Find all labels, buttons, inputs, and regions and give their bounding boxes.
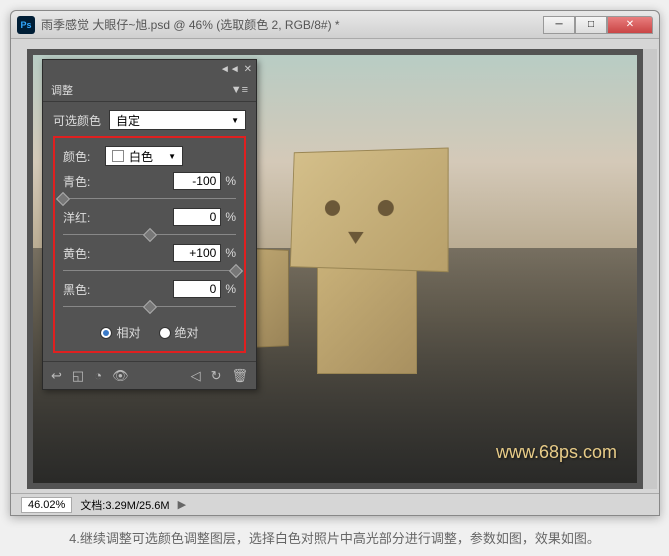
preset-value: 自定 <box>116 112 140 129</box>
yellow-input[interactable] <box>173 244 221 262</box>
slider-label: 黑色: <box>63 281 90 298</box>
app-icon: Ps <box>17 16 35 34</box>
panel-body: 可选颜色 自定 ▼ 颜色: 白色 ▼ 青色: <box>43 102 256 361</box>
close-button[interactable]: ✕ <box>607 16 653 34</box>
radio-icon <box>159 327 171 339</box>
percent-label: % <box>225 246 236 260</box>
preset-select[interactable]: 自定 ▼ <box>109 110 246 130</box>
trash-icon[interactable]: 🗑 <box>231 368 248 384</box>
zoom-field[interactable]: 46.02% <box>21 497 72 513</box>
slider-label: 洋红: <box>63 209 90 226</box>
adjustment-type-label: 可选颜色 <box>53 112 103 129</box>
yellow-slider[interactable] <box>63 264 236 278</box>
preset-row: 可选颜色 自定 ▼ <box>53 110 246 130</box>
radio-absolute[interactable]: 绝对 <box>159 324 199 341</box>
cyan-input[interactable] <box>173 172 221 190</box>
caption-text: 4.继续调整可选颜色调整图层，选择白色对照片中高光部分进行调整，参数如图，效果如… <box>0 528 669 547</box>
magenta-input[interactable] <box>173 208 221 226</box>
figure-head <box>290 148 449 273</box>
cyan-slider[interactable] <box>63 192 236 206</box>
panel-header[interactable]: ◄◄ ✕ <box>43 60 256 78</box>
slider-thumb[interactable] <box>142 300 156 314</box>
panel-close-icon[interactable]: ✕ <box>244 64 252 75</box>
previous-icon[interactable]: ◁ <box>191 368 201 384</box>
black-input[interactable] <box>173 280 221 298</box>
slider-yellow: 黄色: % <box>63 244 236 278</box>
slider-thumb[interactable] <box>142 228 156 242</box>
return-icon[interactable]: ↩ <box>51 368 62 384</box>
panel-footer: ↩ ◱ ◔ 👁 ◁ ↻ 🗑 <box>43 361 256 389</box>
panel-tab-label: 调整 <box>51 82 73 98</box>
radio-absolute-label: 绝对 <box>175 324 199 341</box>
reset-icon[interactable]: ↻ <box>211 368 222 384</box>
app-window: Ps 雨季感觉 大眼仔~旭.psd @ 46% (选取颜色 2, RGB/8#)… <box>10 10 660 516</box>
adjustments-panel: ◄◄ ✕ 调整 ▼≡ 可选颜色 自定 ▼ 颜色: 白色 <box>42 59 257 390</box>
color-label: 颜色: <box>63 148 99 165</box>
color-row: 颜色: 白色 ▼ <box>63 146 236 166</box>
panel-menu-icon[interactable]: ▼≡ <box>231 84 248 96</box>
magenta-slider[interactable] <box>63 228 236 242</box>
color-select[interactable]: 白色 ▼ <box>105 146 183 166</box>
color-value: 白色 <box>129 148 153 165</box>
slider-cyan: 青色: % <box>63 172 236 206</box>
slider-thumb[interactable] <box>229 264 243 278</box>
radio-icon <box>100 327 112 339</box>
percent-label: % <box>225 174 236 188</box>
highlighted-settings: 颜色: 白色 ▼ 青色: % <box>53 136 246 353</box>
visibility-icon[interactable]: 👁 <box>112 368 129 384</box>
slider-label: 青色: <box>63 173 90 190</box>
radio-relative-label: 相对 <box>116 324 140 341</box>
chevron-down-icon: ▼ <box>231 116 239 125</box>
clip-icon[interactable]: ◔ <box>94 368 102 383</box>
chevron-down-icon: ▼ <box>168 152 176 161</box>
minimize-button[interactable]: ─ <box>543 16 575 34</box>
slider-black: 黑色: % <box>63 280 236 314</box>
status-bar: 46.02% 文档:3.29M/25.6M ▶ <box>11 493 659 515</box>
figure-body <box>317 264 417 374</box>
doc-size: 文档:3.29M/25.6M <box>80 497 169 513</box>
watermark: www.68ps.com <box>496 442 617 463</box>
window-controls: ─ □ ✕ <box>543 16 653 34</box>
color-swatch <box>112 150 124 162</box>
slider-magenta: 洋红: % <box>63 208 236 242</box>
titlebar[interactable]: Ps 雨季感觉 大眼仔~旭.psd @ 46% (选取颜色 2, RGB/8#)… <box>11 11 659 39</box>
window-title: 雨季感觉 大眼仔~旭.psd @ 46% (选取颜色 2, RGB/8#) * <box>41 16 543 33</box>
percent-label: % <box>225 282 236 296</box>
vertical-scrollbar[interactable] <box>643 49 657 489</box>
panel-tab[interactable]: 调整 ▼≡ <box>43 78 256 102</box>
photo-figure-1 <box>287 149 487 409</box>
slider-label: 黄色: <box>63 245 90 262</box>
maximize-button[interactable]: □ <box>575 16 607 34</box>
percent-label: % <box>225 210 236 224</box>
black-slider[interactable] <box>63 300 236 314</box>
collapse-icon[interactable]: ◄◄ <box>220 64 240 75</box>
method-radios: 相对 绝对 <box>63 324 236 347</box>
radio-relative[interactable]: 相对 <box>100 324 140 341</box>
slider-thumb[interactable] <box>56 192 70 206</box>
expand-icon[interactable]: ◱ <box>72 368 84 384</box>
status-menu-arrow[interactable]: ▶ <box>178 498 186 511</box>
